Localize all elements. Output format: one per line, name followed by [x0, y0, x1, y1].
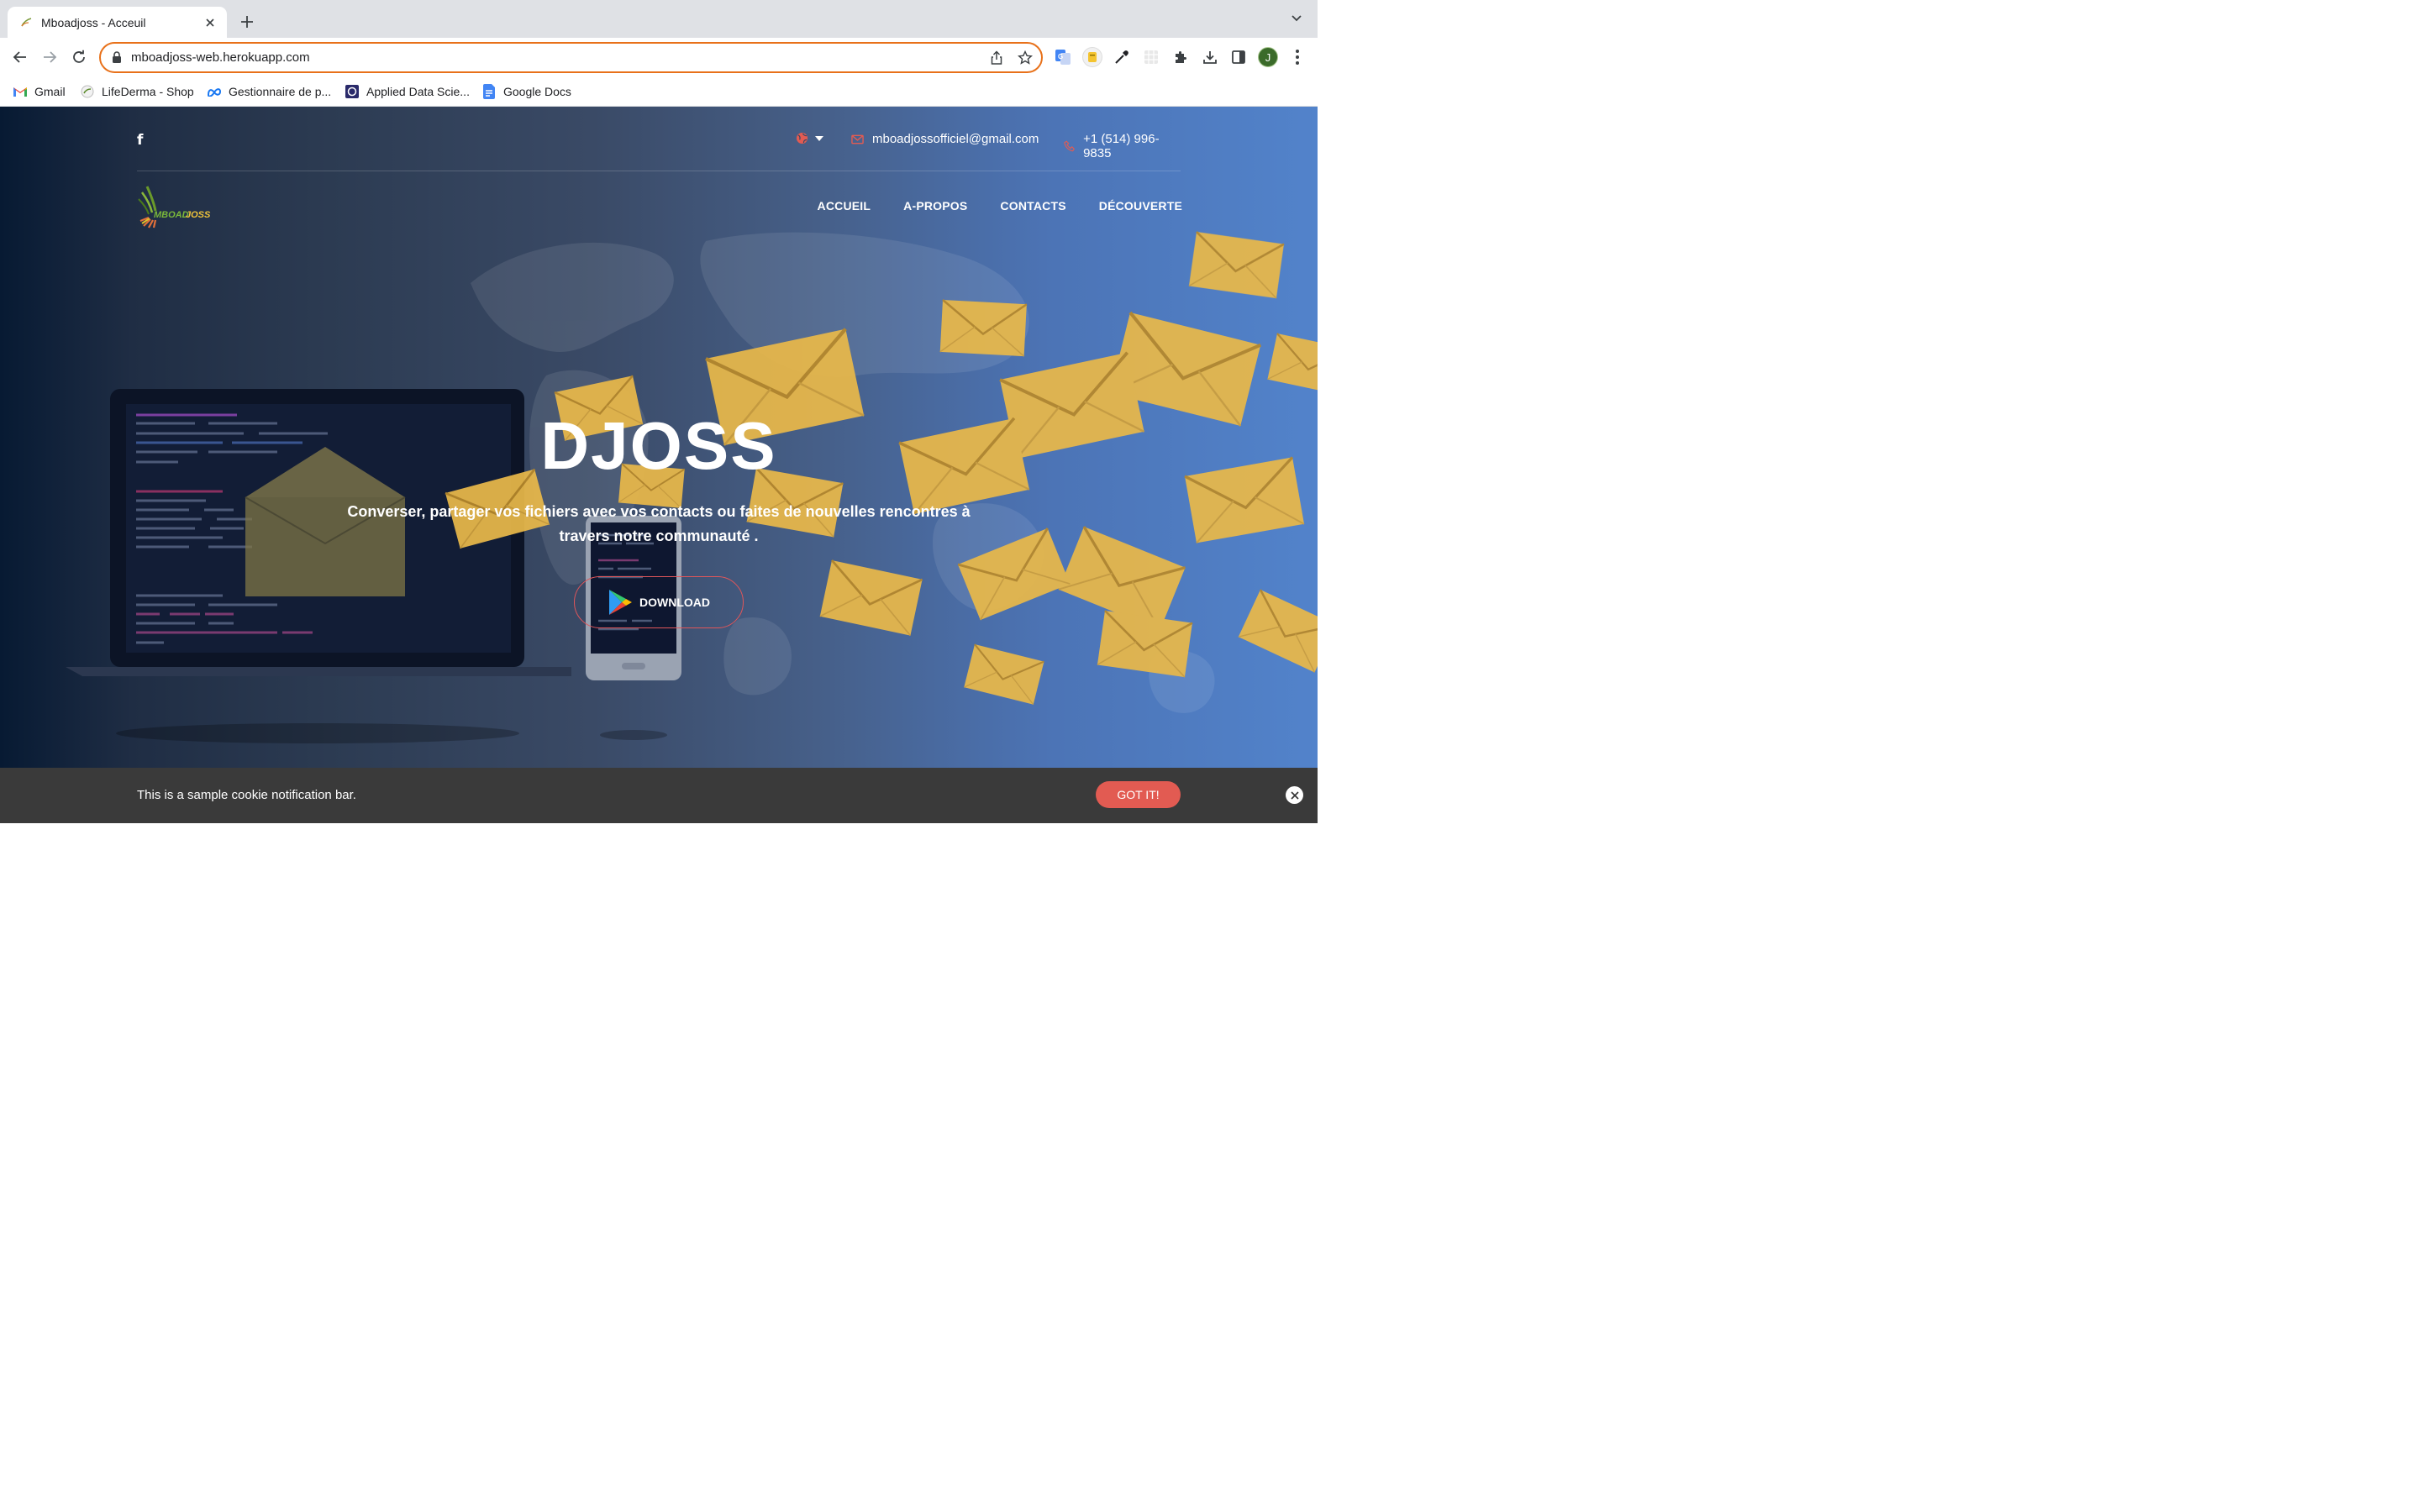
- envelope-icon: [851, 134, 864, 144]
- mboadjoss-logo[interactable]: MBOAD JOSS: [137, 184, 214, 231]
- forward-arrow-icon[interactable]: [39, 47, 60, 67]
- cookie-close-icon[interactable]: [1286, 786, 1303, 804]
- bookmark-gestionnaire[interactable]: Gestionnaire de p...: [207, 83, 331, 100]
- bookmarks-bar: Gmail LifeDerma - Shop Gestionnaire de p…: [0, 76, 1318, 107]
- caret-down-icon: [815, 135, 823, 141]
- lifederma-icon: [80, 84, 95, 99]
- phone-contact[interactable]: +1 (514) 996-9835: [1064, 132, 1181, 160]
- google-translate-icon[interactable]: G: [1054, 48, 1072, 66]
- url-text[interactable]: mboadjoss-web.herokuapp.com: [131, 50, 310, 65]
- download-label: DOWNLOAD: [639, 596, 710, 609]
- bookmark-lifederma[interactable]: LifeDerma - Shop: [80, 83, 194, 100]
- bookmark-star-icon[interactable]: [1018, 50, 1033, 70]
- bookmark-gmail[interactable]: Gmail: [13, 83, 66, 100]
- back-arrow-icon[interactable]: [10, 47, 30, 67]
- phone-icon: [1064, 140, 1076, 152]
- share-icon[interactable]: [989, 50, 1004, 70]
- download-icon[interactable]: [1201, 48, 1219, 66]
- nav-accueil[interactable]: ACCUEIL: [818, 199, 871, 213]
- bookmark-label: Gestionnaire de p...: [229, 85, 332, 98]
- tab-title: Mboadjoss - Acceuil: [41, 15, 146, 29]
- cookie-bar: This is a sample cookie notification bar…: [0, 768, 1318, 823]
- extensions-puzzle-icon[interactable]: [1171, 48, 1190, 66]
- grid-extension-icon[interactable]: [1142, 48, 1160, 66]
- language-selector[interactable]: [796, 132, 823, 144]
- note-extension-icon[interactable]: [1082, 47, 1102, 67]
- site-favicon-icon: [19, 16, 33, 29]
- gmail-icon: [13, 84, 28, 99]
- hero-subtitle: Converser, partager vos fichiers avec vo…: [347, 503, 971, 544]
- cookie-message: This is a sample cookie notification bar…: [137, 788, 356, 802]
- phone-text: +1 (514) 996-9835: [1083, 132, 1160, 160]
- address-bar[interactable]: mboadjoss-web.herokuapp.com: [99, 42, 1043, 73]
- browser-tab[interactable]: Mboadjoss - Acceuil: [8, 7, 227, 38]
- email-text: mboadjossofficiel@gmail.com: [872, 132, 1039, 146]
- tab-search-chevron-icon[interactable]: [1291, 12, 1307, 29]
- nav-a-propos[interactable]: A-PROPOS: [903, 199, 967, 213]
- svg-text:G: G: [1058, 53, 1063, 60]
- site-topbar: f mboadjossofficiel@gmail.com +1 (514) 9…: [137, 132, 1181, 160]
- hero-title: DJOSS: [540, 408, 777, 483]
- bookmark-label: Google Docs: [503, 85, 571, 98]
- nav-decouverte[interactable]: DÉCOUVERTE: [1099, 199, 1182, 213]
- bookmark-google-docs[interactable]: Google Docs: [481, 83, 571, 100]
- lock-icon[interactable]: [112, 51, 122, 67]
- email-contact[interactable]: mboadjossofficiel@gmail.com: [851, 132, 1039, 146]
- webpage: f mboadjossofficiel@gmail.com +1 (514) 9…: [0, 107, 1318, 823]
- bookmark-applied-data[interactable]: Applied Data Scie...: [345, 83, 470, 100]
- meta-icon: [207, 84, 222, 99]
- side-panel-icon[interactable]: [1229, 48, 1248, 66]
- browser-toolbar: mboadjoss-web.herokuapp.com G J: [0, 38, 1318, 76]
- google-play-icon: [609, 590, 632, 615]
- svg-text:JOSS: JOSS: [186, 210, 211, 220]
- bookmark-label: Applied Data Scie...: [366, 85, 470, 98]
- google-docs-icon: [481, 84, 497, 99]
- browser-menu-icon[interactable]: [1289, 47, 1306, 67]
- bookmark-label: LifeDerma - Shop: [102, 85, 194, 98]
- close-tab-icon[interactable]: [202, 14, 218, 31]
- cookie-accept-button[interactable]: GOT IT!: [1096, 781, 1181, 808]
- facebook-icon[interactable]: f: [137, 132, 143, 149]
- reload-icon[interactable]: [69, 47, 89, 67]
- main-nav: ACCUEIL A-PROPOS CONTACTS DÉCOUVERTE: [818, 199, 1182, 213]
- coursera-icon: [345, 84, 360, 99]
- color-picker-icon[interactable]: [1113, 48, 1131, 66]
- svg-text:MBOAD: MBOAD: [154, 210, 189, 220]
- new-tab-button[interactable]: [237, 12, 257, 32]
- download-button[interactable]: DOWNLOAD: [574, 576, 744, 628]
- profile-avatar[interactable]: J: [1258, 47, 1278, 67]
- globe-icon: [796, 132, 808, 144]
- nav-contacts[interactable]: CONTACTS: [1000, 199, 1065, 213]
- bookmark-label: Gmail: [34, 85, 66, 98]
- tab-strip: Mboadjoss - Acceuil: [0, 0, 1318, 38]
